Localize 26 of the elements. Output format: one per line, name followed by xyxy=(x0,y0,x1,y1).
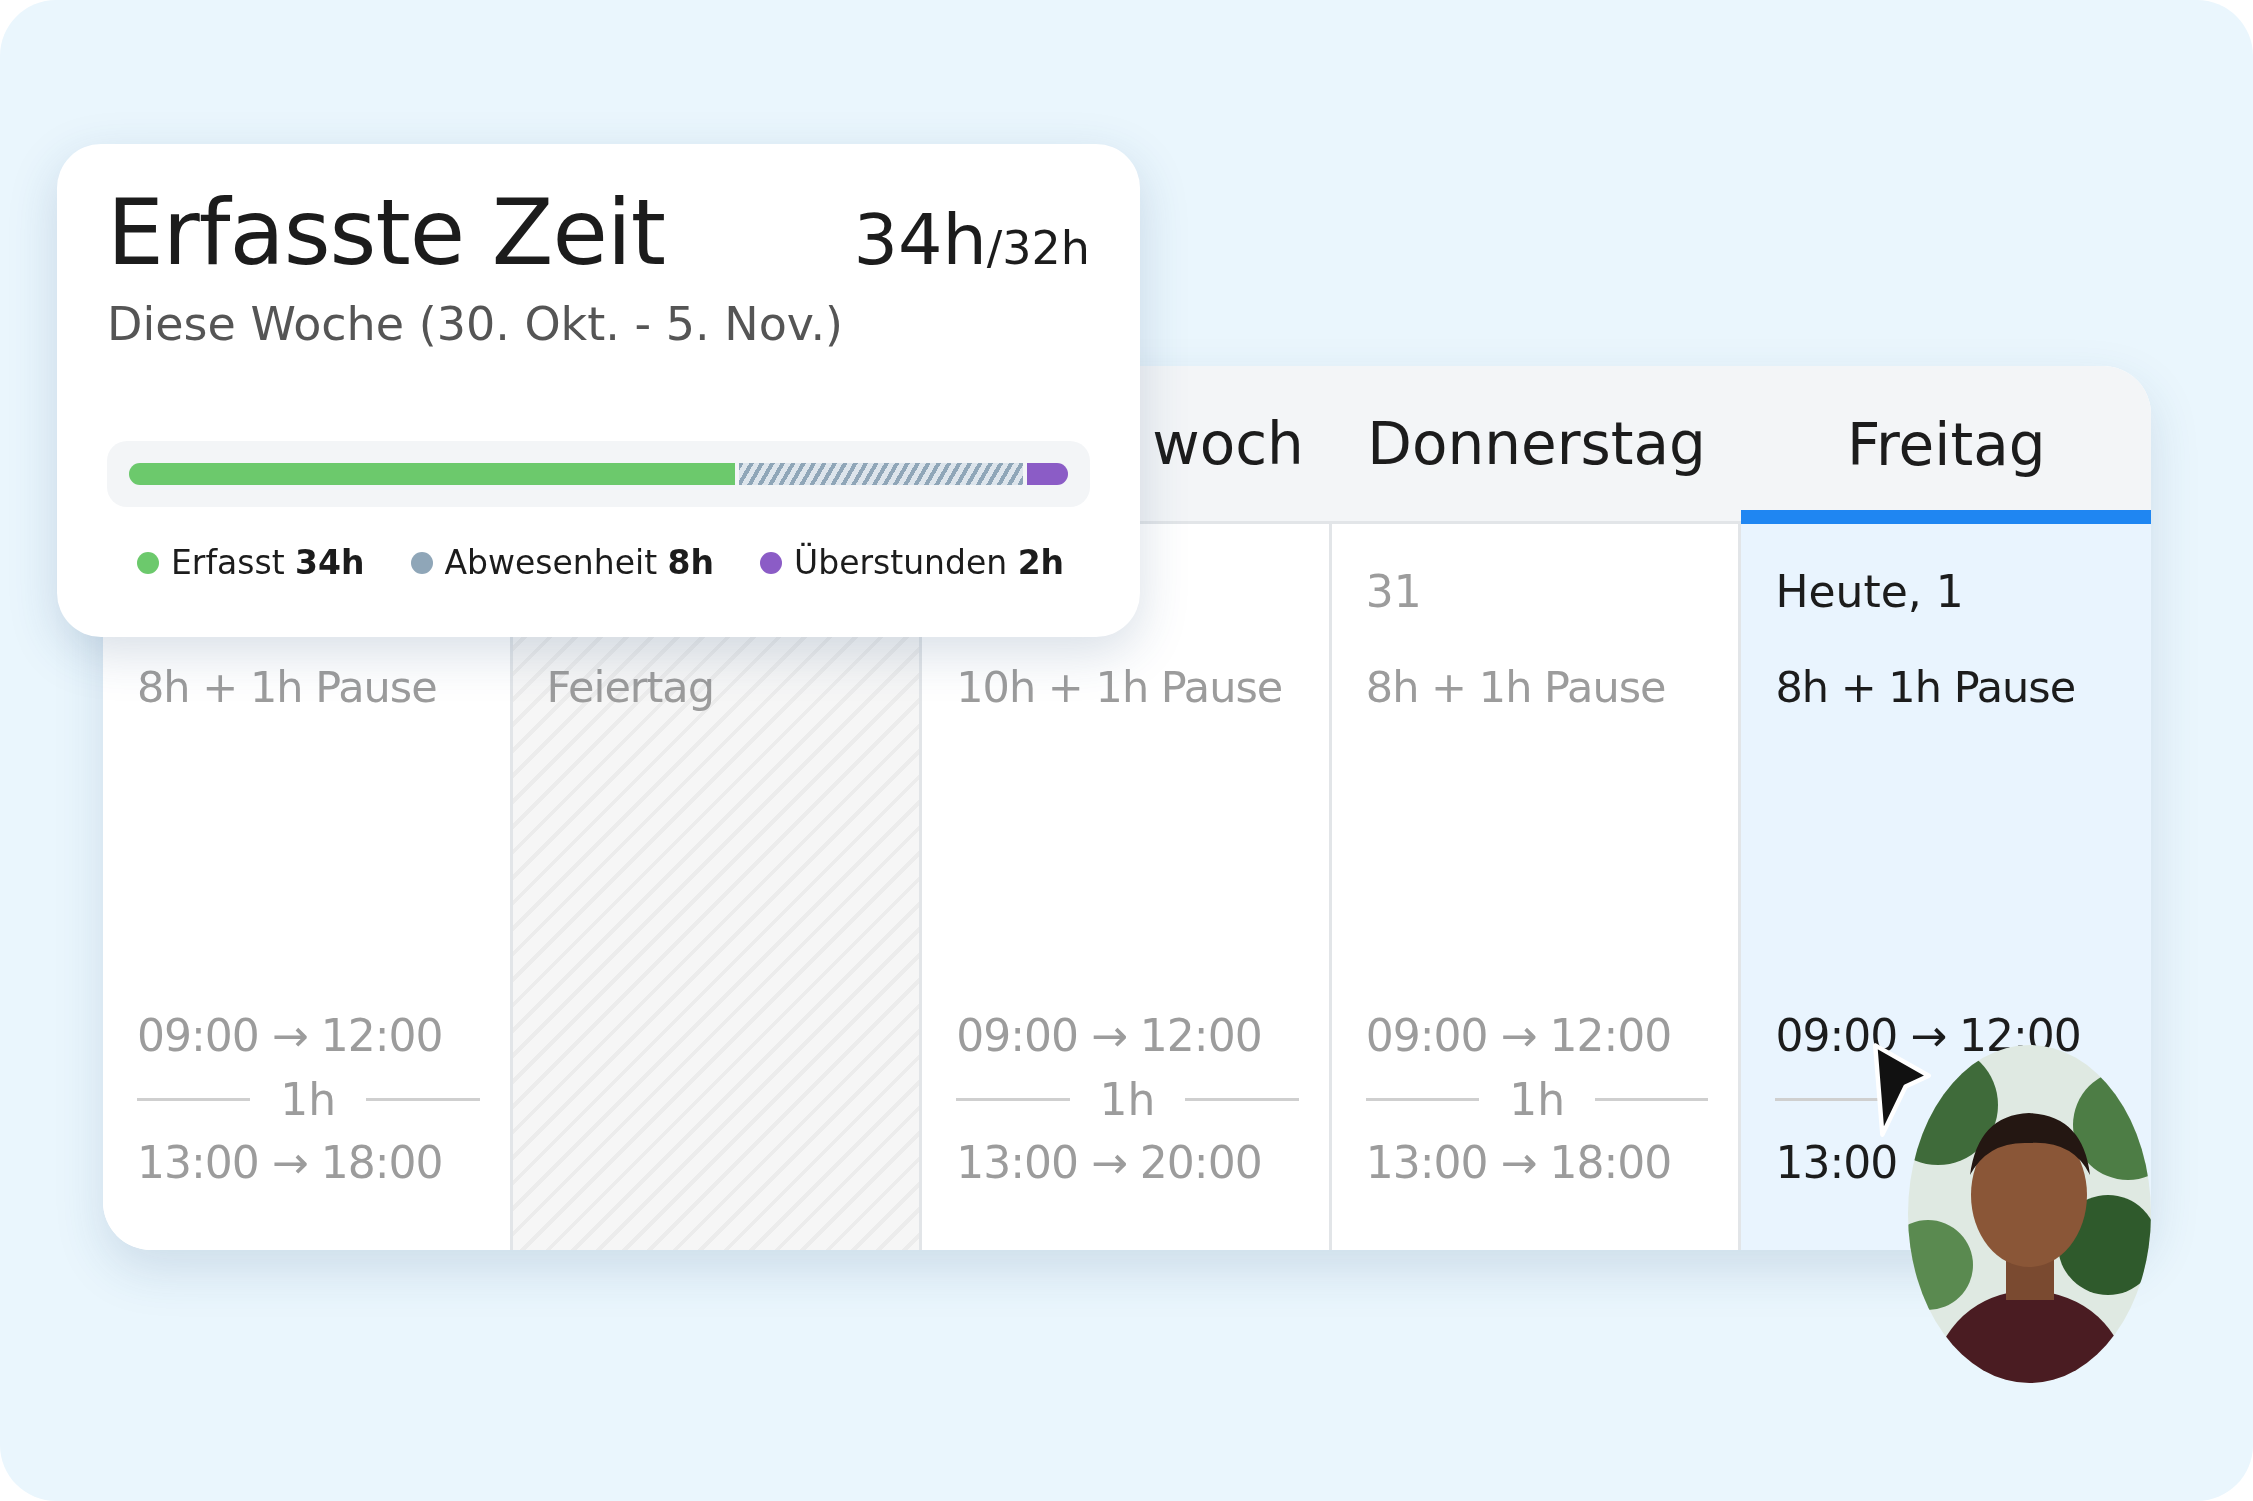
hours-total: 34h/32h xyxy=(853,199,1090,281)
break-duration: 1h xyxy=(280,1073,337,1125)
week-range: Diese Woche (30. Okt. - 5. Nov.) xyxy=(107,297,845,351)
legend-label: Überstunden 2h xyxy=(794,543,1065,582)
day-name: Freitag xyxy=(1846,411,2046,479)
date-label: Heute, 1 xyxy=(1775,566,1965,619)
break-duration: 1h xyxy=(1099,1073,1156,1125)
break-duration: 1h xyxy=(1509,1073,1566,1125)
hours-label: 8h + 1h Pause xyxy=(137,662,438,712)
time-range: 13:00 → 20:00 xyxy=(956,1137,1263,1188)
time-range: 13:00 xyxy=(1775,1137,1899,1188)
legend-label: Abwesenheit 8h xyxy=(444,543,715,582)
day-name: woch xyxy=(1152,409,1304,478)
time-range: 09:00 → 12:00 xyxy=(956,1010,1263,1061)
hours-label: 8h + 1h Pause xyxy=(1775,662,2077,712)
hours-label: 8h + 1h Pause xyxy=(1365,662,1667,712)
time-range: 13:00 → 18:00 xyxy=(137,1137,444,1188)
time-range: 13:00 → 18:00 xyxy=(1365,1137,1673,1188)
date-label: 31 xyxy=(1365,566,1423,619)
time-range: 09:00 → 12:00 xyxy=(137,1010,444,1061)
day-name: Donnerstag xyxy=(1367,409,1706,478)
card-title: Erfasste Zeit xyxy=(107,180,666,285)
hours-label: Feiertag xyxy=(546,662,716,712)
legend-label: Erfasst 34h xyxy=(171,543,365,582)
hours-label: 10h + 1h Pause xyxy=(956,662,1284,712)
time-range: 09:00 → 12:00 xyxy=(1365,1010,1673,1061)
